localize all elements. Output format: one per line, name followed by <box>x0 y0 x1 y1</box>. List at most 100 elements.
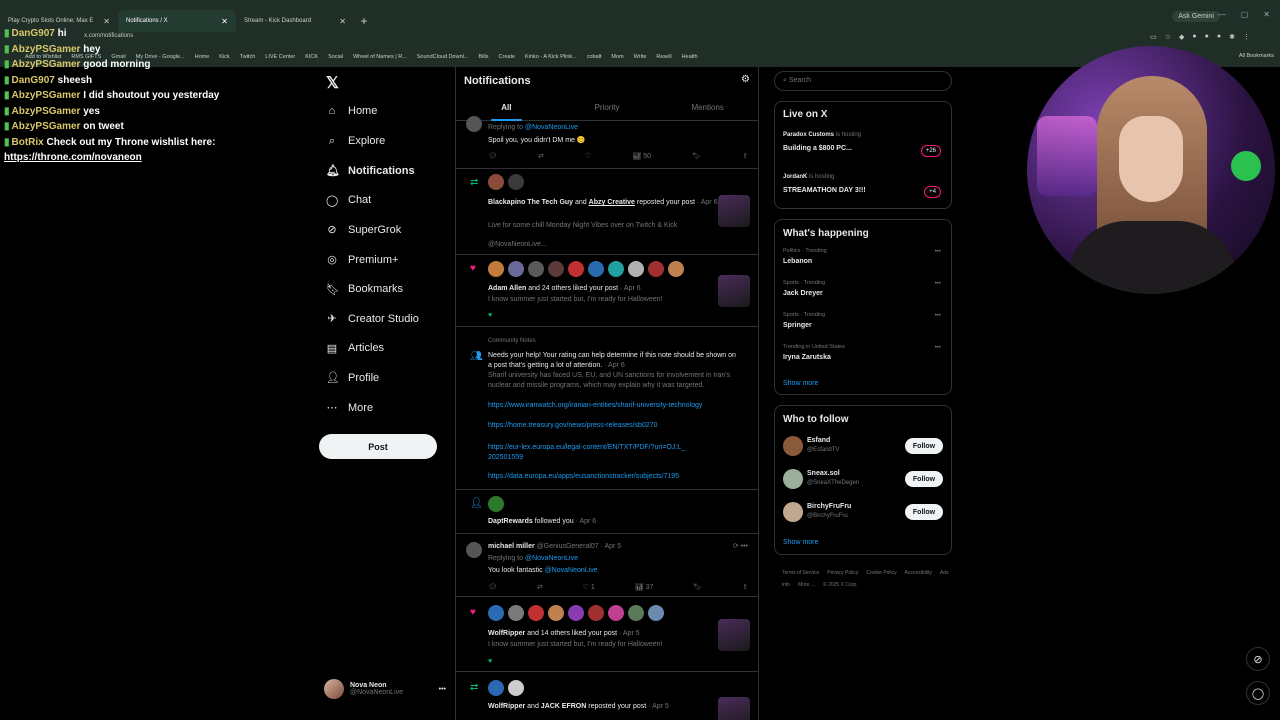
chat-username[interactable]: DanG907 <box>12 28 55 39</box>
note-link[interactable]: https://data.europa.eu/apps/eusanctionst… <box>488 473 679 480</box>
user-name[interactable]: JACK EFRON <box>541 703 587 710</box>
bookmark-icon[interactable]: 🔖︎ <box>693 583 702 591</box>
close-icon[interactable]: ✕ <box>221 17 228 26</box>
ask-gemini-button[interactable]: Ask Gemini <box>1172 11 1220 22</box>
bookmark-icon[interactable]: 🔖︎ <box>692 152 701 160</box>
all-bookmarks[interactable]: All Bookmarks <box>1239 53 1274 59</box>
more-dots-icon[interactable]: ⟳ ••• <box>733 542 748 550</box>
bookmark-item[interactable]: Kinko - A Kick Plink... <box>525 54 577 60</box>
note-link[interactable]: https://eur-lex.europa.eu/legal-content/… <box>488 443 688 463</box>
show-more-link[interactable]: Show more <box>783 380 818 387</box>
tab-mentions[interactable]: Mentions <box>657 97 758 120</box>
bookmark-item[interactable]: Bills <box>478 54 488 60</box>
follow-button[interactable]: Follow <box>905 438 943 454</box>
views-count[interactable]: 📊︎ 37 <box>635 583 654 591</box>
chat-username[interactable]: AbzyPSGamer <box>12 106 81 117</box>
notification-repost[interactable]: ⇄ Blackapino The Tech Guy and Abzy Creat… <box>456 169 758 255</box>
note-link[interactable]: https://www.iranwatch.org/iranian-entiti… <box>488 402 702 409</box>
repost-icon[interactable]: ⇄ <box>538 152 544 160</box>
nav-item-chat[interactable]: ◯ Chat <box>326 194 371 207</box>
bookmark-item[interactable]: Create <box>499 54 516 60</box>
chat-username[interactable]: BotRix <box>12 137 44 148</box>
nav-item-premium[interactable]: ◎ Premium+ <box>326 253 398 267</box>
bookmark-item[interactable]: Social <box>328 54 343 60</box>
share-icon[interactable]: ⇪ <box>742 152 748 160</box>
menu-icon[interactable]: ⋮ <box>1243 33 1250 41</box>
live-title[interactable]: STREAMATHON DAY 3!!! <box>783 187 866 194</box>
follow-button[interactable]: Follow <box>905 504 943 520</box>
live-host[interactable]: JordanK <box>783 174 807 180</box>
note-link[interactable]: https://home.treasury.gov/news/press-rel… <box>488 422 658 429</box>
user-name[interactable]: Abzy Creative <box>589 199 635 206</box>
follow-button[interactable]: Follow <box>905 471 943 487</box>
bookmark-item[interactable]: Wheel of Names | R... <box>353 54 407 60</box>
follow-name[interactable]: Sneax.sol <box>807 470 840 477</box>
post-thumbnail[interactable] <box>718 275 750 307</box>
trend-name[interactable]: Iryna Zarutska <box>783 354 831 361</box>
bookmark-item[interactable]: Write <box>634 54 647 60</box>
notification-repost[interactable]: ⇄ WolfRipper and JACK EFRON reposted you… <box>456 672 758 720</box>
post-button[interactable]: Post <box>319 434 437 459</box>
avatar[interactable] <box>783 502 803 522</box>
user-name[interactable]: Adam Allen <box>488 285 526 292</box>
live-title[interactable]: Building a $800 PC... <box>783 145 852 152</box>
nav-item-home[interactable]: ⌂ Home <box>326 105 378 117</box>
extension-icon[interactable]: ◆ <box>1179 33 1184 41</box>
footer-link[interactable]: © 2025 X Corp. <box>823 582 858 588</box>
show-more-link[interactable]: Show more <box>783 539 818 546</box>
notification-like[interactable]: ♥ WolfRipper and 14 others liked your po… <box>456 597 758 672</box>
chat-username[interactable]: AbzyPSGamer <box>12 90 81 101</box>
footer-link[interactable]: Accessibility <box>905 570 932 576</box>
footer-link[interactable]: Privacy Policy <box>827 570 858 576</box>
extension-icon[interactable]: ● <box>1205 33 1209 41</box>
bookmark-item[interactable]: Mom <box>611 54 623 60</box>
bookmark-item[interactable]: Health <box>682 54 698 60</box>
reply-icon[interactable]: 💬︎ <box>488 583 497 591</box>
notification-follow[interactable]: 👤︎ DaptRewards followed you · Apr 6 <box>456 490 758 534</box>
views-count[interactable]: 📊︎ 50 <box>632 152 651 160</box>
live-count[interactable]: +26 <box>920 145 941 157</box>
chat-link[interactable]: https://throne.com/novaneon <box>4 152 142 163</box>
notification-community-note[interactable]: 👥︎ Community Notes Needs your help! Your… <box>456 327 758 490</box>
live-count[interactable]: +4 <box>924 186 941 198</box>
extension-icon[interactable]: ● <box>1217 33 1221 41</box>
more-dots-icon[interactable]: ••• <box>935 249 941 255</box>
nav-item-notifications[interactable]: 🔔︎ Notifications <box>326 164 415 178</box>
bookmark-item[interactable]: cobalt <box>587 54 602 60</box>
user-name[interactable]: michael miller <box>488 543 535 550</box>
follow-name[interactable]: Esfand <box>807 437 830 444</box>
x-logo-icon[interactable]: 𝕏 <box>326 73 339 93</box>
nav-item-profile[interactable]: 👤︎ Profile <box>326 371 379 385</box>
bookmark-item[interactable]: KICK <box>305 54 318 60</box>
trend-name[interactable]: Lebanon <box>783 258 812 265</box>
puzzle-icon[interactable]: ✱ <box>1229 33 1235 41</box>
bookmark-item[interactable]: Resell <box>656 54 671 60</box>
trend-name[interactable]: Jack Dreyer <box>783 290 823 297</box>
user-name[interactable]: WolfRipper <box>488 703 525 710</box>
live-host[interactable]: Paradox Customs <box>783 132 834 138</box>
user-name[interactable]: Blackapino The Tech Guy <box>488 199 573 206</box>
footer-link[interactable]: Terms of Service <box>782 570 819 576</box>
notification-reply[interactable]: Replying to @NovaNeonLive Spoil you, you… <box>456 116 758 169</box>
grok-icon[interactable]: ⊘ <box>1246 647 1270 671</box>
messages-icon[interactable]: ◯ <box>1246 681 1270 705</box>
follow-name[interactable]: BirchyFruFru <box>807 503 851 510</box>
more-dots-icon[interactable]: ••• <box>439 686 446 693</box>
footer-link[interactable]: Cookie Policy <box>866 570 896 576</box>
chat-username[interactable]: AbzyPSGamer <box>12 44 81 55</box>
nav-item-creator-studio[interactable]: ✈ Creator Studio <box>326 312 419 326</box>
repost-icon[interactable]: ⇄ <box>537 583 543 591</box>
close-icon[interactable]: ✕ <box>103 17 110 26</box>
user-name[interactable]: DaptRewards <box>488 518 533 525</box>
minimize-icon[interactable]: — <box>1218 10 1226 19</box>
tab-priority[interactable]: Priority <box>557 97 658 120</box>
nav-item-supergrok[interactable]: ⊘ SuperGrok <box>326 223 401 237</box>
like-icon[interactable]: ♡ 1 <box>583 583 595 591</box>
more-dots-icon[interactable]: ••• <box>935 345 941 351</box>
nav-item-more[interactable]: ⋯ More <box>326 401 374 415</box>
post-thumbnail[interactable] <box>718 195 750 227</box>
bookmark-item[interactable]: SoundCloud Downl... <box>417 54 469 60</box>
footer-link[interactable]: More ... <box>798 582 815 588</box>
more-dots-icon[interactable]: ••• <box>935 313 941 319</box>
mention-link[interactable]: @NovaNeonLive <box>545 567 598 574</box>
